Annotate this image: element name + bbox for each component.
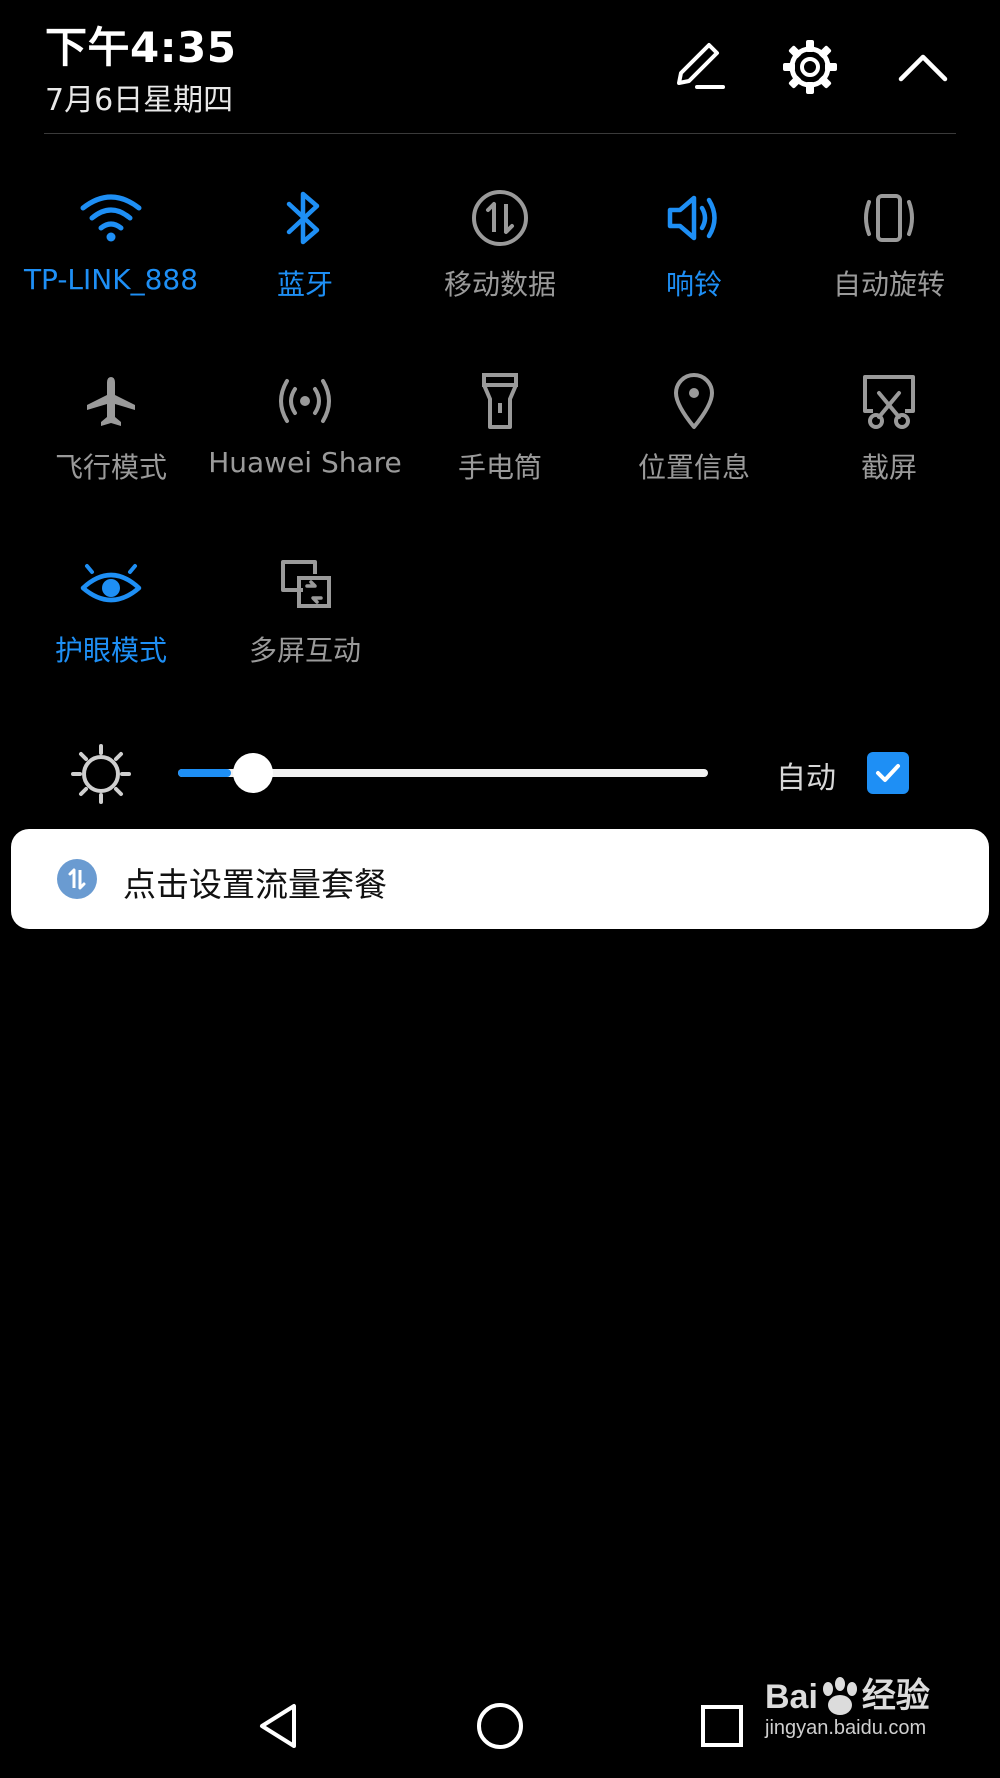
tile-label: Huawei Share [208, 446, 402, 479]
wifi-icon [76, 183, 146, 253]
status-date: 7月6日星期四 [45, 83, 234, 118]
tile-label: TP-LINK_888 [23, 263, 199, 296]
watermark-url: jingyan.baidu.com [765, 1717, 927, 1739]
brightness-icon [70, 743, 132, 805]
tile-huawei-share[interactable]: Huawei Share [208, 366, 402, 526]
settings-icon[interactable] [775, 32, 845, 102]
notification-text: 点击设置流量套餐 [123, 865, 387, 904]
screenshot-icon [854, 366, 924, 436]
tile-label: 位置信息 [637, 451, 750, 484]
header-divider [44, 133, 956, 134]
tile-mobile-data[interactable]: 移动数据 [403, 183, 597, 343]
auto-brightness-checkbox[interactable] [867, 752, 909, 794]
tile-label: 护眼模式 [54, 634, 167, 667]
tile-label: 多屏互动 [248, 634, 361, 667]
baidu-watermark: Bai 经验 jingyan.baidu.com [765, 1668, 975, 1768]
home-icon[interactable] [460, 1686, 540, 1766]
bluetooth-icon [270, 183, 340, 253]
brightness-slider-fill [178, 769, 231, 777]
tile-label: 截屏 [860, 451, 917, 484]
paw-icon [822, 1677, 857, 1715]
tile-multi-screen[interactable]: 多屏互动 [208, 549, 402, 709]
huawei-share-icon [270, 366, 340, 436]
location-icon [659, 366, 729, 436]
tile-bluetooth[interactable]: 蓝牙 [208, 183, 402, 343]
data-traffic-icon [57, 859, 97, 899]
auto-brightness-label: 自动 [776, 761, 836, 796]
brightness-slider-thumb[interactable] [233, 753, 273, 793]
check-icon [876, 764, 900, 782]
recents-icon[interactable] [682, 1686, 762, 1766]
tile-airplane[interactable]: 飞行模式 [14, 366, 208, 526]
speaker-icon [659, 183, 729, 253]
tile-label: 移动数据 [443, 268, 556, 301]
tile-eye-comfort[interactable]: 护眼模式 [14, 549, 208, 709]
tile-auto-rotate[interactable]: 自动旋转 [792, 183, 986, 343]
eye-comfort-icon [76, 549, 146, 619]
auto-rotate-icon [854, 183, 924, 253]
status-time: 下午4:35 [45, 23, 237, 72]
tile-ringer[interactable]: 响铃 [597, 183, 791, 343]
tile-flashlight[interactable]: 手电筒 [403, 366, 597, 526]
tile-location[interactable]: 位置信息 [597, 366, 791, 526]
tile-label: 自动旋转 [832, 268, 945, 301]
tile-label: 手电筒 [457, 451, 542, 484]
collapse-icon[interactable] [888, 32, 958, 102]
tile-label: 响铃 [665, 268, 722, 301]
watermark-brand-suffix: 经验 [861, 1677, 930, 1715]
flashlight-icon [465, 366, 535, 436]
tile-label: 飞行模式 [54, 451, 167, 484]
back-icon[interactable] [238, 1686, 318, 1766]
mobile-data-icon [465, 183, 535, 253]
airplane-icon [76, 366, 146, 436]
tile-screenshot[interactable]: 截屏 [792, 366, 986, 526]
tile-wifi[interactable]: TP-LINK_888 [14, 183, 208, 343]
watermark-brand: Bai [765, 1678, 818, 1716]
edit-icon[interactable] [664, 32, 734, 102]
tile-label: 蓝牙 [276, 268, 333, 301]
multi-screen-icon [270, 549, 340, 619]
